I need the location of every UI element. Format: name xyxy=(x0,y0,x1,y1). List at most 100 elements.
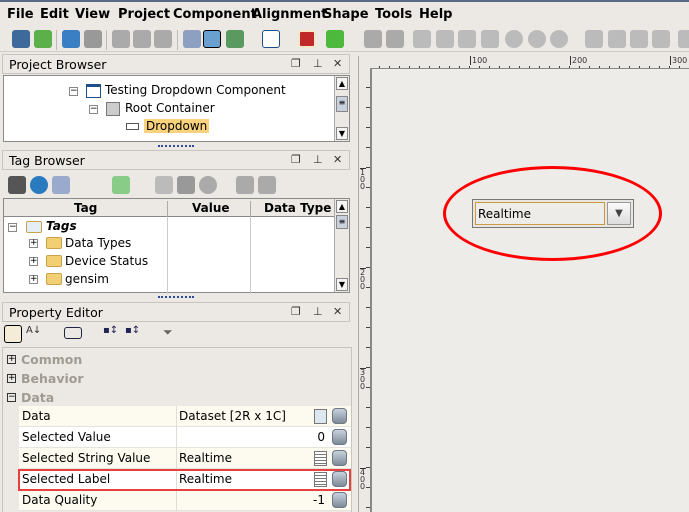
tree-item-window[interactable]: Testing Dropdown Component xyxy=(105,83,286,97)
close-icon[interactable]: ✕ xyxy=(333,153,342,166)
opc-icon[interactable] xyxy=(177,176,195,194)
align2-icon[interactable] xyxy=(608,30,626,48)
stop-icon[interactable] xyxy=(298,30,316,48)
column-value[interactable]: Value xyxy=(192,201,230,215)
binding-icon[interactable] xyxy=(332,429,347,445)
preview-icon[interactable] xyxy=(203,30,221,48)
float-icon[interactable]: ❐ xyxy=(291,153,301,166)
menu-file[interactable]: File xyxy=(7,7,34,22)
column-data-type[interactable]: Data Type xyxy=(264,201,331,215)
menu-component[interactable]: Component xyxy=(173,7,257,22)
collapse-icon[interactable]: − xyxy=(7,393,16,402)
export-icon[interactable] xyxy=(258,176,276,194)
expand-all-icon[interactable]: ▪↕ xyxy=(103,325,121,343)
property-value[interactable]: 0 xyxy=(317,430,325,444)
expand-icon[interactable]: + xyxy=(29,275,38,284)
pin-icon[interactable]: ⊥ xyxy=(313,57,323,70)
group-icon[interactable] xyxy=(413,30,431,48)
property-value[interactable]: -1 xyxy=(313,493,325,507)
root-container[interactable] xyxy=(371,68,689,512)
float-icon[interactable]: ❐ xyxy=(291,305,301,318)
sort-az-icon[interactable]: A↓ xyxy=(26,325,44,343)
align3-icon[interactable] xyxy=(630,30,648,48)
property-row[interactable]: Selected String Value Realtime xyxy=(19,448,351,469)
text-editor-icon[interactable] xyxy=(314,451,327,466)
binding-icon[interactable] xyxy=(332,408,347,424)
collapse-all-icon[interactable]: ▪↕ xyxy=(125,325,143,343)
copy-icon[interactable] xyxy=(133,30,151,48)
property-value[interactable]: Realtime xyxy=(179,451,232,465)
undo-icon[interactable] xyxy=(62,30,80,48)
collapse-icon[interactable]: − xyxy=(69,87,78,96)
menu-tools[interactable]: Tools xyxy=(375,7,412,22)
menu-alignment[interactable]: Alignment xyxy=(252,7,327,22)
expand-icon[interactable]: + xyxy=(29,239,38,248)
ungroup-icon[interactable] xyxy=(436,30,454,48)
align-icon[interactable] xyxy=(585,30,603,48)
close-icon[interactable]: ✕ xyxy=(333,57,342,70)
tree-item-root-container[interactable]: Root Container xyxy=(125,101,215,115)
menu-project[interactable]: Project xyxy=(118,7,170,22)
zoom-in-icon[interactable] xyxy=(505,30,523,48)
categorized-icon[interactable] xyxy=(4,325,22,343)
dataset-viewer-icon[interactable] xyxy=(314,409,327,424)
timer-icon[interactable] xyxy=(199,176,217,194)
splitter[interactable] xyxy=(158,296,194,299)
add-tag-icon[interactable] xyxy=(112,176,130,194)
zoom-out-icon[interactable] xyxy=(528,30,546,48)
refresh-icon[interactable] xyxy=(34,30,52,48)
edit-tag-icon[interactable] xyxy=(155,176,173,194)
scrollbar[interactable]: ▲ ≡ ▼ xyxy=(334,76,349,141)
splitter[interactable] xyxy=(158,145,194,148)
more-icon[interactable] xyxy=(678,30,689,48)
import-icon[interactable] xyxy=(236,176,254,194)
close-icon[interactable]: ✕ xyxy=(333,305,342,318)
category-behavior[interactable]: Behavior xyxy=(21,371,84,386)
menu-view[interactable]: View xyxy=(75,7,110,22)
shape-icon[interactable] xyxy=(458,30,476,48)
component-icon[interactable] xyxy=(326,30,344,48)
tree-item-data-types[interactable]: Data Types xyxy=(65,236,131,250)
menu-shape[interactable]: Shape xyxy=(323,7,369,22)
property-value[interactable]: Dataset [2R x 1C] xyxy=(179,409,286,423)
pin-icon[interactable]: ⊥ xyxy=(313,153,323,166)
tree-item-gensim[interactable]: gensim xyxy=(65,272,109,286)
pin-icon[interactable]: ⊥ xyxy=(313,305,323,318)
align4-icon[interactable] xyxy=(652,30,670,48)
menu-edit[interactable]: Edit xyxy=(40,7,69,22)
zoom-actual-icon[interactable] xyxy=(550,30,568,48)
description-icon[interactable] xyxy=(64,327,82,339)
redo-icon[interactable] xyxy=(84,30,102,48)
binding-icon[interactable] xyxy=(332,450,347,466)
window-icon[interactable] xyxy=(262,30,280,48)
tree-item-tags[interactable]: Tags xyxy=(46,219,77,233)
refresh-tags-icon[interactable] xyxy=(30,176,48,194)
expand-icon[interactable]: + xyxy=(7,374,16,383)
expand-icon[interactable]: + xyxy=(7,355,16,364)
tree-item-dropdown[interactable]: Dropdown xyxy=(144,119,210,133)
menu-help[interactable]: Help xyxy=(419,7,452,22)
property-row[interactable]: Data Quality -1 xyxy=(19,490,351,511)
comms-icon[interactable] xyxy=(226,30,244,48)
shape2-icon[interactable] xyxy=(481,30,499,48)
paste-icon[interactable] xyxy=(154,30,172,48)
scrollbar[interactable]: ▲ ≡ ▼ xyxy=(334,199,349,292)
tree-item-device-status[interactable]: Device Status xyxy=(65,254,148,268)
float-icon[interactable]: ❐ xyxy=(291,57,301,70)
binding-icon[interactable] xyxy=(332,492,347,508)
disconnect-icon[interactable] xyxy=(183,30,201,48)
binoculars-icon[interactable] xyxy=(8,176,26,194)
grid-icon[interactable] xyxy=(52,176,70,194)
expand-icon[interactable]: + xyxy=(29,257,38,266)
property-row[interactable]: Data Dataset [2R x 1C] xyxy=(19,406,351,427)
category-data[interactable]: Data xyxy=(21,390,54,405)
collapse-icon[interactable]: − xyxy=(8,223,17,232)
save-icon[interactable] xyxy=(12,30,30,48)
filter-icon[interactable]: ⏷ xyxy=(163,325,181,343)
gear-icon[interactable] xyxy=(364,30,382,48)
collapse-icon[interactable]: − xyxy=(89,105,98,114)
lock-icon[interactable] xyxy=(386,30,404,48)
cut-icon[interactable] xyxy=(112,30,130,48)
column-tag[interactable]: Tag xyxy=(74,201,97,215)
category-common[interactable]: Common xyxy=(21,352,82,367)
